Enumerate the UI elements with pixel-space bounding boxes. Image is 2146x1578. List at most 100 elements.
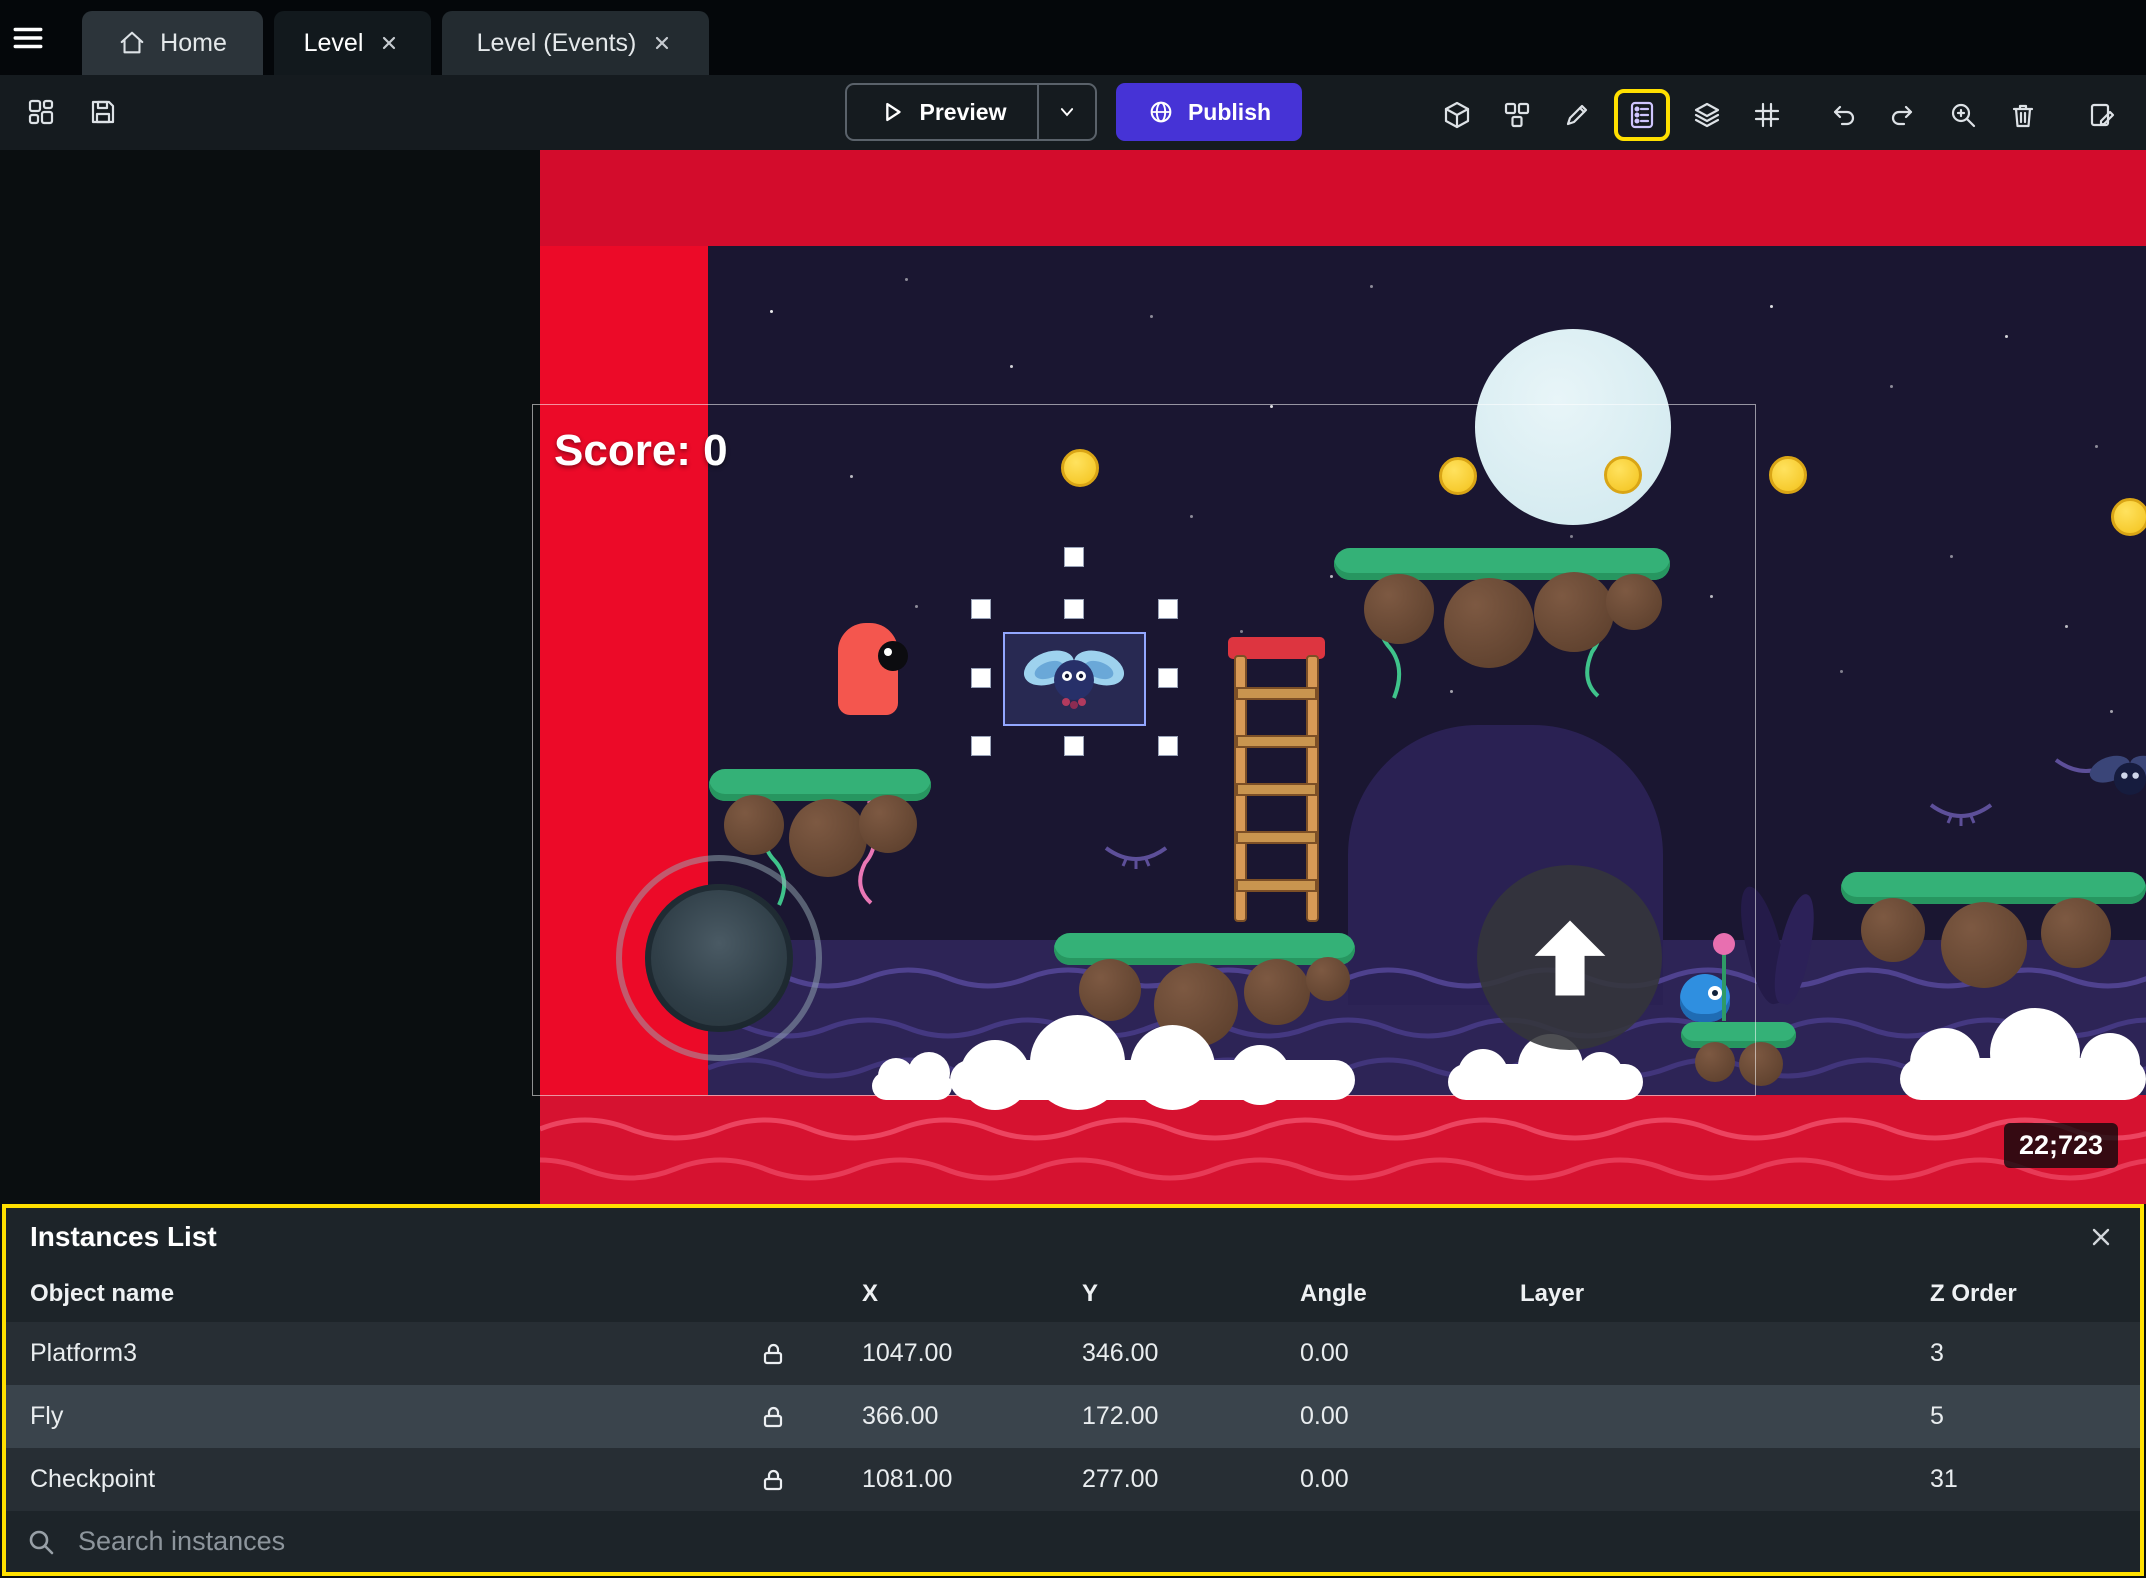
eye-decoration (1929, 803, 1993, 826)
instance-row-fly[interactable]: Fly 366.00 172.00 0.00 5 (6, 1385, 2140, 1448)
edit-scene-button[interactable] (2080, 92, 2126, 138)
resize-handle[interactable] (971, 599, 991, 619)
column-z-order: Z Order (1930, 1280, 2017, 1307)
column-layer: Layer (1520, 1280, 1585, 1307)
instance-row-platform3[interactable]: Platform3 1047.00 346.00 0.00 3 (6, 1322, 2140, 1385)
resize-handle[interactable] (1158, 668, 1178, 688)
resize-handle[interactable] (1064, 599, 1084, 619)
instance-angle: 0.00 (1300, 1465, 1349, 1493)
fly-enemy-selected[interactable] (1019, 638, 1129, 720)
instance-row-checkpoint[interactable]: Checkpoint 1081.00 277.00 0.00 31 (6, 1448, 2140, 1511)
rotation-handle[interactable] (1064, 547, 1084, 567)
column-y: Y (1082, 1280, 1099, 1307)
tab-level-close-button[interactable] (377, 31, 401, 55)
platform-right[interactable] (1841, 872, 2146, 1002)
grid-toggle-button[interactable] (1744, 92, 1790, 138)
edge-fly-enemy[interactable] (2085, 745, 2146, 811)
tab-level-label: Level (303, 28, 364, 57)
close-icon (656, 36, 669, 50)
publish-label: Publish (1187, 98, 1272, 125)
instance-y: 346.00 (1082, 1339, 1159, 1367)
undo-button[interactable] (1820, 92, 1866, 138)
instance-name: Fly (30, 1402, 64, 1430)
resize-handle[interactable] (1064, 736, 1084, 756)
lock-cell[interactable] (746, 1341, 836, 1367)
instances-search-input[interactable] (78, 1526, 2140, 1557)
tab-home[interactable]: Home (82, 11, 263, 75)
main-menu-button[interactable] (0, 0, 56, 75)
lock-cell[interactable] (746, 1404, 836, 1430)
save-button[interactable] (80, 89, 126, 135)
lock-cell[interactable] (746, 1467, 836, 1493)
camera-viewport-frame (532, 404, 1756, 1096)
play-icon (885, 102, 901, 122)
instances-list-icon (1630, 101, 1654, 129)
resize-handle[interactable] (1158, 736, 1178, 756)
instance-angle: 0.00 (1300, 1402, 1349, 1430)
tab-level[interactable]: Level (274, 11, 431, 75)
trash-icon (2012, 104, 2034, 128)
resize-handle[interactable] (971, 668, 991, 688)
layers-button[interactable] (1684, 92, 1730, 138)
toolbar-left-group (18, 89, 126, 135)
instances-list-panel: Instances List Object name X Y Angle Lay… (2, 1204, 2144, 1576)
tab-level-events-close-button[interactable] (650, 31, 674, 55)
tab-level-events-label: Level (Events) (476, 28, 637, 57)
close-icon (383, 36, 396, 50)
objects-panel-button[interactable] (1434, 92, 1480, 138)
scene-canvas[interactable]: Score: 0 22;723 (0, 150, 2146, 1204)
publish-button[interactable]: Publish (1116, 83, 1302, 141)
resize-handle[interactable] (971, 736, 991, 756)
gdevelop-app: Home Level Level (Events) Preview Publis… (0, 0, 2146, 1578)
object-groups-icon (1504, 102, 1530, 128)
instance-angle: 0.00 (1300, 1339, 1349, 1367)
preview-split-button: Preview (845, 83, 1097, 141)
tab-home-label: Home (160, 28, 227, 57)
preview-label: Preview (919, 98, 1007, 125)
tab-level-events[interactable]: Level (Events) (442, 11, 709, 75)
instances-list-button[interactable] (1614, 89, 1670, 141)
editor-toolbar: Preview Publish (0, 75, 2146, 150)
red-ceiling-band[interactable] (540, 150, 2146, 246)
floor-waves (540, 1117, 2146, 1181)
instance-y: 172.00 (1082, 1402, 1159, 1430)
score-text: Score: 0 (554, 426, 728, 475)
undo-icon (1833, 105, 1855, 126)
unlock-icon (763, 1343, 783, 1364)
unlock-icon (763, 1406, 783, 1427)
panel-title-row: Instances List (6, 1208, 2140, 1266)
home-icon (120, 31, 144, 54)
resize-handle[interactable] (1158, 599, 1178, 619)
coin[interactable] (1769, 456, 1807, 494)
layers-icon (1694, 102, 1720, 128)
column-object-name: Object name (30, 1280, 175, 1307)
redo-button[interactable] (1880, 92, 1926, 138)
column-angle: Angle (1300, 1280, 1367, 1307)
preview-button[interactable]: Preview (847, 85, 1037, 139)
coin[interactable] (2111, 498, 2146, 536)
pencil-icon (1566, 104, 1588, 126)
save-icon (91, 100, 115, 124)
preview-options-button[interactable] (1037, 85, 1095, 139)
instance-name: Platform3 (30, 1339, 137, 1367)
column-x: X (862, 1280, 879, 1307)
tab-bar: Home Level Level (Events) (0, 0, 2146, 75)
zoom-button[interactable] (1940, 92, 1986, 138)
object-groups-button[interactable] (1494, 92, 1540, 138)
chevron-down-icon (1060, 108, 1074, 117)
instance-x: 1047.00 (862, 1339, 953, 1367)
instance-y: 277.00 (1082, 1465, 1159, 1493)
objects-cube-icon (1444, 101, 1470, 129)
instance-name: Checkpoint (30, 1465, 156, 1493)
panel-close-button[interactable] (2088, 1224, 2114, 1250)
grid-icon (1754, 102, 1780, 128)
project-manager-icon (28, 99, 54, 125)
close-icon (2092, 1228, 2110, 1246)
delete-button[interactable] (2000, 92, 2046, 138)
instance-z-order: 3 (1930, 1339, 1944, 1367)
instance-z-order: 31 (1930, 1465, 1958, 1493)
properties-button[interactable] (1554, 92, 1600, 138)
project-manager-button[interactable] (18, 89, 64, 135)
globe-icon (1150, 101, 1172, 123)
panel-title: Instances List (30, 1221, 217, 1252)
